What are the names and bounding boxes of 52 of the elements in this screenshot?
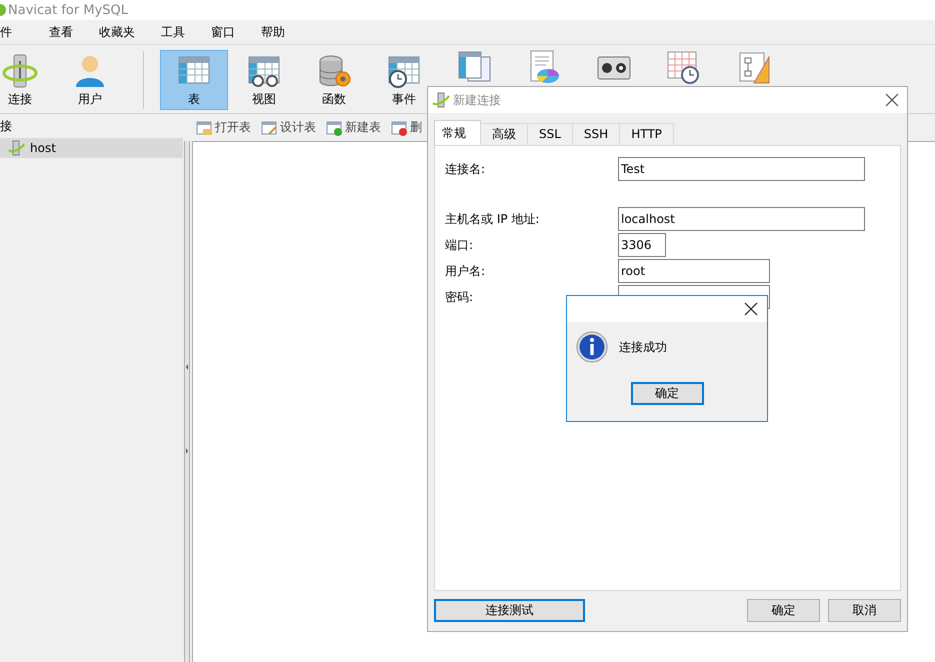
toolbar-button[interactable]: 设计表 xyxy=(261,119,316,136)
menu-item[interactable]: 查看 xyxy=(38,24,84,40)
new-table-icon xyxy=(326,120,342,136)
dialog-title: 新建连接 xyxy=(453,92,502,108)
button[interactable]: 取消 xyxy=(828,599,901,622)
expand-arrow-icon xyxy=(185,447,189,455)
collapse-arrow-icon xyxy=(185,363,189,371)
close-icon xyxy=(744,302,758,316)
tree-item[interactable]: host xyxy=(0,138,183,158)
design-table-icon xyxy=(261,120,277,136)
menu-item[interactable]: 帮助 xyxy=(250,24,296,40)
open-table-icon xyxy=(196,120,212,136)
sidebar-header: 接 xyxy=(0,118,12,135)
input-field[interactable]: Test xyxy=(618,157,865,181)
field-label: 密码: xyxy=(445,288,474,306)
button[interactable]: 连接测试 xyxy=(434,599,585,622)
message-text: 连接成功 xyxy=(619,338,667,356)
input-field[interactable]: 3306 xyxy=(618,233,666,257)
window-title: Navicat for MySQL xyxy=(8,2,128,18)
button[interactable]: 确定 xyxy=(747,599,820,622)
calendar-clock-icon xyxy=(666,49,702,85)
server-icon xyxy=(2,52,38,88)
field-label: 用户名: xyxy=(445,262,486,280)
input-field[interactable]: localhost xyxy=(618,207,865,231)
tree-label: host xyxy=(30,141,56,155)
button[interactable]: 确定 xyxy=(630,382,704,405)
toolbar-button[interactable]: 删 xyxy=(391,119,422,136)
field-label: 端口: xyxy=(445,236,474,254)
tab[interactable]: 高级 xyxy=(480,123,528,145)
toolbar-button[interactable]: 事件 xyxy=(370,50,438,110)
delete-table-icon xyxy=(391,120,407,136)
toolbar-button[interactable]: 新建表 xyxy=(326,119,381,136)
input-field[interactable]: root xyxy=(618,259,770,283)
field-label: 主机名或 IP 地址: xyxy=(445,210,540,228)
menu-item[interactable]: 工具 xyxy=(150,24,196,40)
menu-item[interactable]: 件 xyxy=(0,24,23,40)
toolbar-button[interactable]: 连接 xyxy=(0,50,40,110)
toolbar-button[interactable]: 视图 xyxy=(230,50,298,110)
server-icon xyxy=(432,91,450,109)
toolbar-button[interactable]: 函数 xyxy=(300,50,368,110)
toolbar-button[interactable]: 打开表 xyxy=(196,119,251,136)
tab[interactable]: HTTP xyxy=(619,123,674,145)
toolbar-button[interactable]: 表 xyxy=(160,50,228,110)
toolbar-button[interactable]: 用户 xyxy=(56,50,124,110)
menu-item[interactable]: 收藏夹 xyxy=(88,24,146,40)
server-icon xyxy=(8,140,26,156)
app-icon xyxy=(0,2,8,18)
close-icon xyxy=(885,93,899,107)
tab[interactable]: 常规 xyxy=(434,120,481,145)
info-icon xyxy=(576,331,608,363)
menu-item[interactable]: 窗口 xyxy=(200,24,246,40)
field-label: 连接名: xyxy=(445,160,486,178)
